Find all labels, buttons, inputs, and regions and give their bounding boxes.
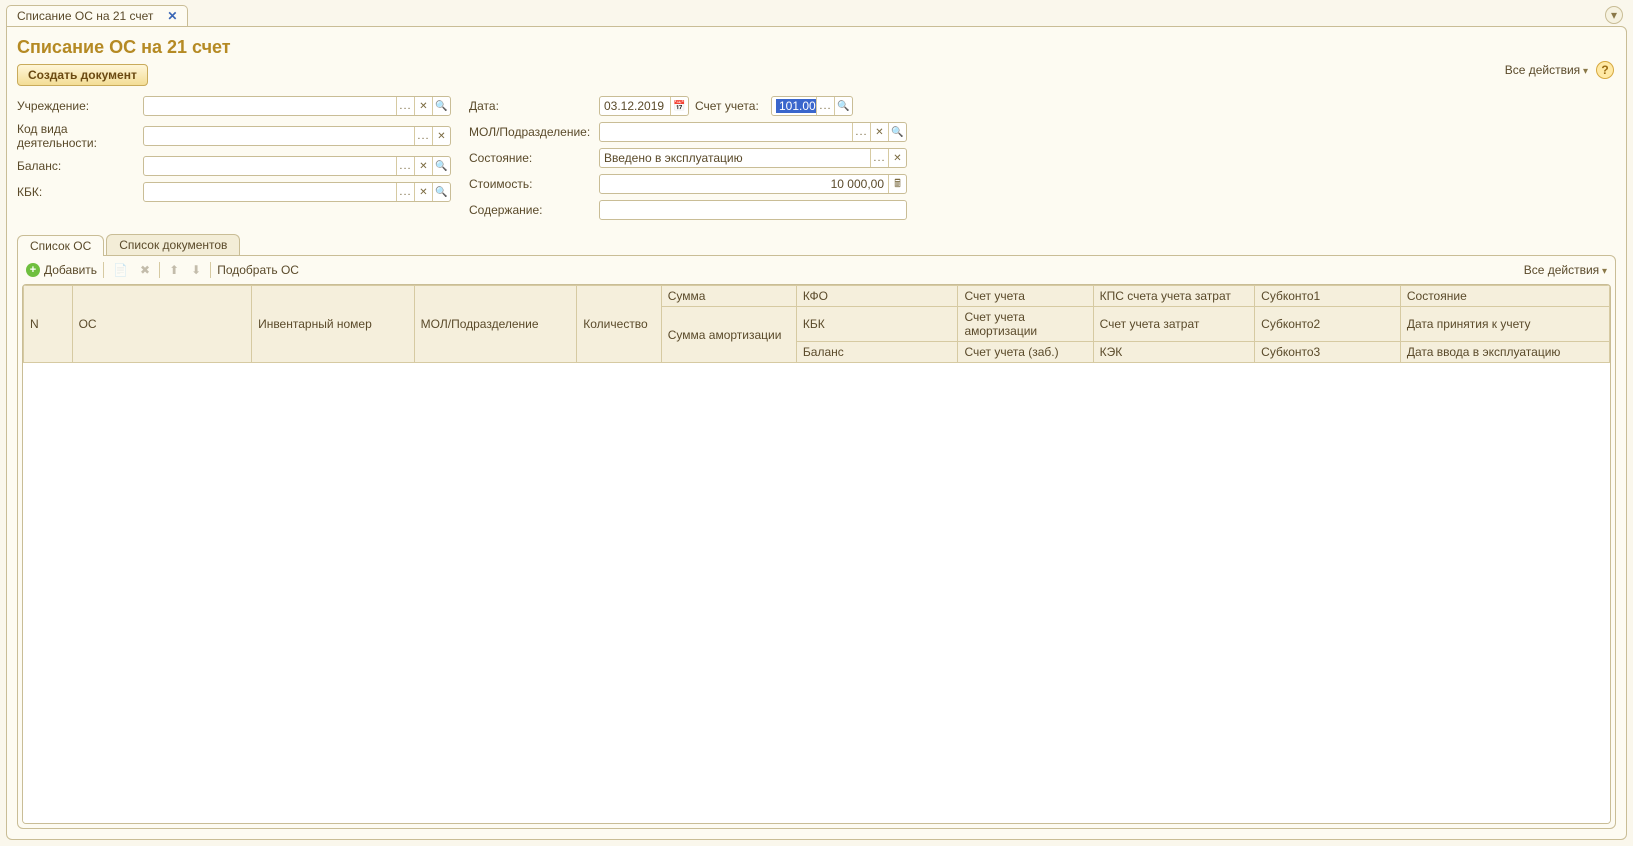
all-actions-menu-toolbar[interactable]: Все действия (1524, 263, 1607, 277)
ellipsis-icon[interactable] (852, 123, 870, 141)
grid-body-empty[interactable] (23, 363, 1610, 823)
col-n[interactable]: N (24, 286, 73, 363)
search-icon[interactable] (834, 97, 852, 115)
copy-icon: 📄 (110, 263, 131, 277)
col-schet-zatrat[interactable]: Счет учета затрат (1093, 307, 1255, 342)
tab-spisok-os[interactable]: Список ОС (17, 235, 104, 256)
value-date: 03.12.2019 (600, 99, 670, 113)
window-tab[interactable]: Списание ОС на 21 счет ✕ (6, 5, 188, 26)
calendar-icon[interactable] (670, 97, 688, 115)
ellipsis-icon[interactable] (396, 157, 414, 175)
input-kbk[interactable] (143, 182, 451, 202)
value-stoimost: 10 000,00 (600, 177, 888, 191)
search-icon[interactable] (888, 123, 906, 141)
value-sostoyanie: Введено в эксплуатацию (600, 151, 870, 165)
col-date-prin[interactable]: Дата принятия к учету (1400, 307, 1609, 342)
tab-spisok-dokumentov[interactable]: Список документов (106, 234, 240, 255)
clear-icon[interactable] (414, 97, 432, 115)
input-schet-ucheta[interactable]: 101.00 (771, 96, 853, 116)
col-schet-amort[interactable]: Счет учета амортизации (958, 307, 1093, 342)
grid-header: N ОС Инвентарный номер МОЛ/Подразделение… (24, 286, 1610, 363)
label-stoimost: Стоимость: (469, 177, 593, 191)
col-sub2[interactable]: Субконто2 (1255, 307, 1401, 342)
col-inv[interactable]: Инвентарный номер (252, 286, 415, 363)
clear-icon[interactable] (414, 183, 432, 201)
col-balans[interactable]: Баланс (796, 342, 958, 363)
col-sub1[interactable]: Субконто1 (1255, 286, 1401, 307)
col-os[interactable]: ОС (72, 286, 252, 363)
delete-icon: ✖ (137, 263, 153, 277)
input-balans[interactable] (143, 156, 451, 176)
create-document-button[interactable]: Создать документ (17, 64, 148, 86)
arrow-up-icon: ⬆ (166, 263, 182, 277)
page-title: Списание ОС на 21 счет (17, 37, 1616, 58)
col-sum-amort[interactable]: Сумма амортизации (661, 307, 796, 363)
input-uchrezhdenie[interactable] (143, 96, 451, 116)
input-kod-vida[interactable] (143, 126, 451, 146)
arrow-down-icon: ⬇ (188, 263, 204, 277)
col-kps[interactable]: КПС счета учета затрат (1093, 286, 1255, 307)
ellipsis-icon[interactable] (396, 183, 414, 201)
col-kek[interactable]: КЭК (1093, 342, 1255, 363)
help-button[interactable]: ? (1596, 61, 1614, 79)
pick-os-button[interactable]: Подобрать ОС (217, 263, 299, 277)
clear-icon[interactable] (414, 157, 432, 175)
calculator-icon[interactable] (888, 175, 906, 193)
label-kbk: КБК: (17, 185, 137, 199)
label-uchrezhdenie: Учреждение: (17, 99, 137, 113)
clear-icon[interactable] (432, 127, 450, 145)
search-icon[interactable] (432, 157, 450, 175)
ellipsis-icon[interactable] (870, 149, 888, 167)
value-schet-ucheta: 101.00 (776, 99, 816, 113)
col-sub3[interactable]: Субконто3 (1255, 342, 1401, 363)
col-schet[interactable]: Счет учета (958, 286, 1093, 307)
separator (210, 262, 211, 278)
ellipsis-icon[interactable] (414, 127, 432, 145)
ellipsis-icon[interactable] (396, 97, 414, 115)
label-sostoyanie: Состояние: (469, 151, 593, 165)
col-kfo[interactable]: КФО (796, 286, 958, 307)
col-mol[interactable]: МОЛ/Подразделение (414, 286, 577, 363)
input-date[interactable]: 03.12.2019 (599, 96, 689, 116)
col-sost[interactable]: Состояние (1400, 286, 1609, 307)
label-schet-ucheta: Счет учета: (695, 99, 765, 113)
label-kod-vida: Код вида деятельности: (17, 122, 137, 150)
col-date-vvod[interactable]: Дата ввода в эксплуатацию (1400, 342, 1609, 363)
separator (159, 262, 160, 278)
os-grid[interactable]: N ОС Инвентарный номер МОЛ/Подразделение… (22, 284, 1611, 824)
label-soderzhanie: Содержание: (469, 203, 593, 217)
input-soderzhanie[interactable] (599, 200, 907, 220)
all-actions-menu-top[interactable]: Все действия (1505, 63, 1588, 77)
col-sum[interactable]: Сумма (661, 286, 796, 307)
separator (103, 262, 104, 278)
add-button[interactable]: + Добавить (26, 263, 97, 277)
plus-icon: + (26, 263, 40, 277)
label-balans: Баланс: (17, 159, 137, 173)
input-mol[interactable] (599, 122, 907, 142)
add-label: Добавить (44, 263, 97, 277)
clear-icon[interactable] (888, 149, 906, 167)
col-kbk[interactable]: КБК (796, 307, 958, 342)
input-sostoyanie[interactable]: Введено в эксплуатацию (599, 148, 907, 168)
clear-icon[interactable] (870, 123, 888, 141)
search-icon[interactable] (432, 97, 450, 115)
input-stoimost[interactable]: 10 000,00 (599, 174, 907, 194)
col-schet-zab[interactable]: Счет учета (заб.) (958, 342, 1093, 363)
ellipsis-icon[interactable] (816, 97, 834, 115)
chevron-down-icon: ▾ (1611, 8, 1617, 22)
search-icon[interactable] (432, 183, 450, 201)
label-mol: МОЛ/Подразделение: (469, 125, 593, 139)
close-icon[interactable]: ✕ (167, 9, 177, 23)
label-date: Дата: (469, 99, 593, 113)
collapse-panel-button[interactable]: ▾ (1605, 6, 1623, 24)
tab-title: Списание ОС на 21 счет (17, 9, 153, 23)
col-qty[interactable]: Количество (577, 286, 661, 363)
